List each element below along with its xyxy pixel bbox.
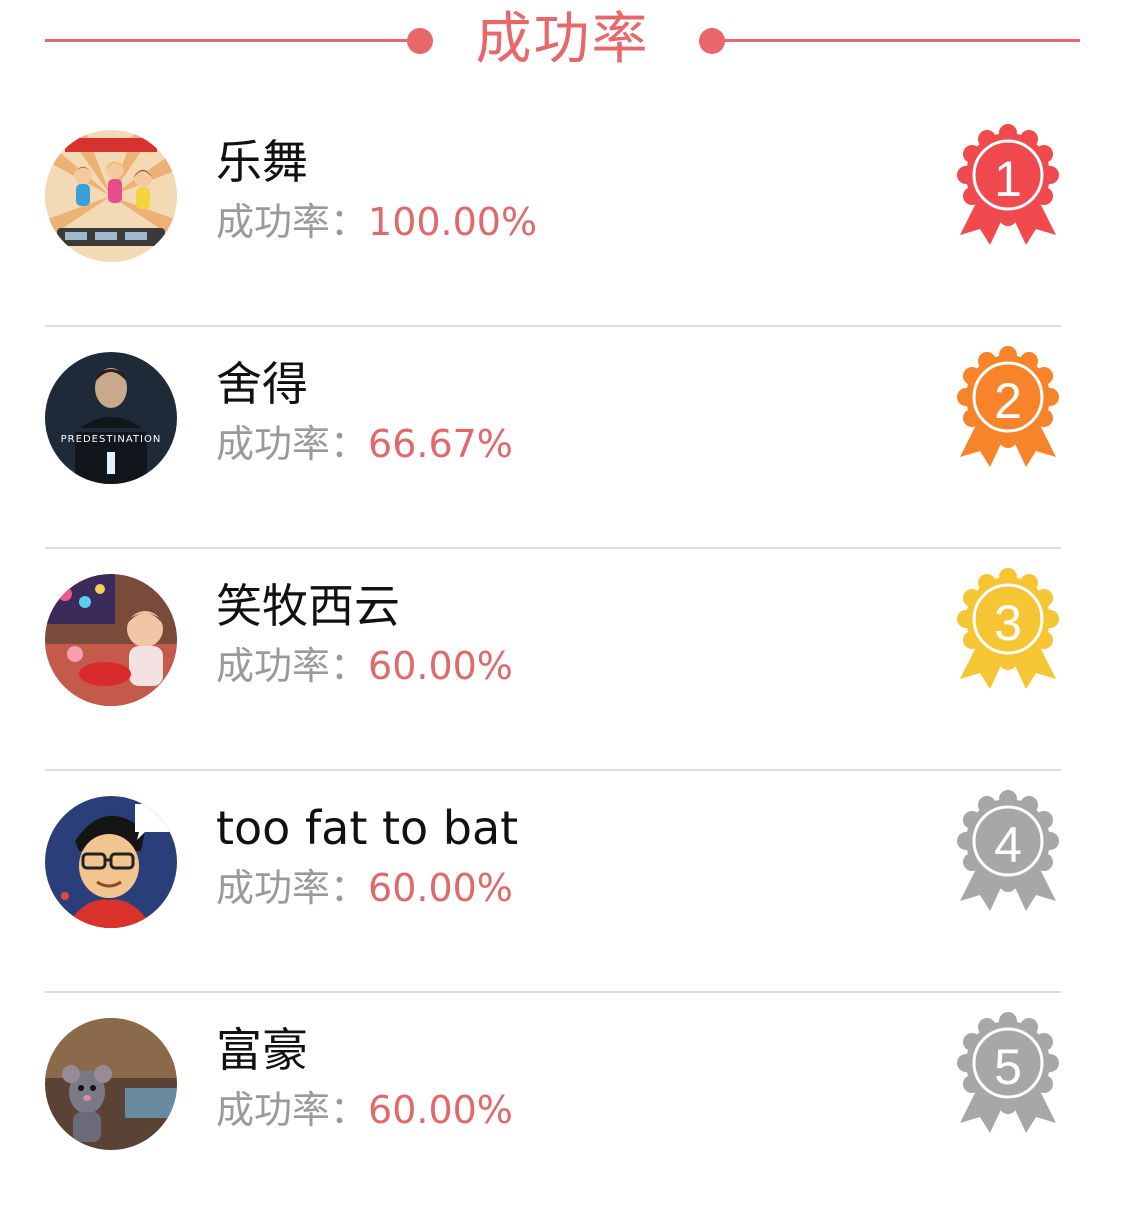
rank-number: 3 [994,595,1022,651]
success-rate-value: 60.00% [368,866,513,910]
user-name: 乐舞 [216,135,308,189]
success-rate: 成功率：100.00% [216,197,537,247]
success-rate-value: 60.00% [368,1088,513,1132]
rank-number: 1 [994,151,1022,207]
section-title: 成功率 [475,7,650,72]
ranking-row[interactable]: PREDESTINATION 舍得 成功率：66.67% 2 [0,327,1125,549]
success-rate-value: 66.67% [368,422,513,466]
success-rate-label: 成功率： [216,1088,369,1132]
rank-medal-icon: 5 [950,1011,1066,1141]
avatar[interactable] [45,1018,177,1150]
user-name: 富豪 [216,1023,308,1077]
ranking-row[interactable]: 富豪 成功率：60.00% 5 [0,993,1125,1215]
avatar[interactable]: PREDESTINATION [45,352,177,484]
ranking-row[interactable]: 笑牧西云 成功率：60.00% 3 [0,549,1125,771]
avatar[interactable] [45,796,177,928]
header-line-left [45,39,420,42]
header-dot-left [407,28,433,54]
rank-medal-icon: 3 [950,567,1066,697]
success-rate: 成功率：66.67% [216,419,513,469]
rank-medal-icon: 1 [950,123,1066,253]
section-header: 成功率 [0,0,1125,90]
rank-number: 2 [994,373,1022,429]
success-rate: 成功率：60.00% [216,863,513,913]
avatar[interactable] [45,130,177,262]
success-rate-value: 60.00% [368,644,513,688]
avatar-poster-text: PREDESTINATION [61,434,162,445]
header-line-right [712,39,1080,42]
ranking-row[interactable]: too fat to bat 成功率：60.00% 4 [0,771,1125,993]
avatar[interactable] [45,574,177,706]
success-rate-value: 100.00% [368,200,538,244]
rank-number: 5 [994,1039,1022,1095]
rank-number: 4 [994,817,1022,873]
ranking-row[interactable]: 乐舞 成功率：100.00% 1 [0,105,1125,327]
success-rate-label: 成功率： [216,644,369,688]
user-name: too fat to bat [216,801,519,855]
user-name: 舍得 [216,357,308,411]
success-rate-label: 成功率： [216,200,369,244]
user-name: 笑牧西云 [216,579,400,633]
ranking-list: 乐舞 成功率：100.00% 1 PREDESTINATION 舍得 成功率：6… [0,105,1125,1215]
rank-medal-icon: 2 [950,345,1066,475]
success-rate: 成功率：60.00% [216,641,513,691]
success-rate-label: 成功率： [216,422,369,466]
success-rate: 成功率：60.00% [216,1085,513,1135]
rank-medal-icon: 4 [950,789,1066,919]
success-rate-label: 成功率： [216,866,369,910]
